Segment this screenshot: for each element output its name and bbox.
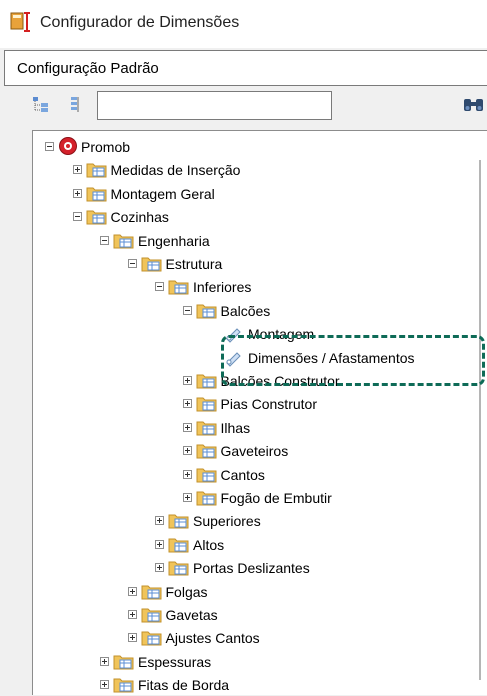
expand-icon[interactable]: [182, 399, 192, 409]
collapse-icon[interactable]: [100, 235, 109, 245]
folder-icon: [168, 512, 190, 529]
expand-icon[interactable]: [182, 376, 192, 385]
folder-icon: [86, 185, 108, 202]
folder-icon: [113, 676, 135, 693]
tree-node-label: Balcões: [220, 302, 271, 319]
tree-node-label: Espessuras: [138, 653, 212, 670]
configuration-select[interactable]: Configuração Padrão: [4, 50, 487, 86]
folder-icon: [196, 466, 218, 483]
expand-icon[interactable]: [100, 680, 109, 690]
tree-node-label: Inferiores: [193, 279, 252, 296]
folder-icon: [168, 559, 190, 576]
tree-node-label: Engenharia: [138, 232, 210, 249]
tree-node-label: Gavetas: [165, 607, 218, 623]
expand-icon[interactable]: [127, 610, 137, 619]
tree-node-label: Promob: [81, 139, 131, 155]
expand-icon[interactable]: [155, 563, 164, 573]
configuration-select-value: Configuração Padrão: [17, 60, 159, 77]
tree-node-label: Portas Deslizantes: [193, 560, 310, 577]
folder-icon: [196, 302, 218, 319]
tree-node-label: Medidas de Inserção: [110, 162, 241, 179]
folder-icon: [168, 536, 190, 553]
vertical-scrollbar[interactable]: [479, 160, 481, 680]
tree-node-label: Pias Construtor: [220, 396, 317, 413]
folder-icon: [141, 583, 163, 600]
tree-node-label: Ilhas: [220, 419, 251, 436]
tree-node-label: Fogão de Embutir: [220, 490, 332, 506]
title-bar: Configurador de Dimensões: [0, 0, 487, 48]
expand-tree-icon[interactable]: [32, 96, 50, 114]
search-input[interactable]: [97, 91, 332, 120]
expand-icon[interactable]: [127, 633, 137, 643]
folder-icon: [141, 606, 163, 623]
collapse-icon[interactable]: [155, 282, 164, 292]
tree-node-label: Cantos: [220, 466, 265, 483]
collapse-tree-icon[interactable]: [68, 96, 86, 114]
folder-icon: [113, 653, 135, 670]
folder-icon: [196, 372, 218, 389]
collapse-icon[interactable]: [72, 212, 82, 222]
expand-icon[interactable]: [182, 422, 192, 432]
dimension-configurator-icon: [10, 12, 30, 32]
folder-icon: [196, 442, 218, 459]
tree-node-label: Altos: [193, 536, 225, 553]
folder-icon: [196, 489, 218, 506]
collapse-icon[interactable]: [45, 142, 54, 151]
expand-icon[interactable]: [155, 539, 164, 549]
collapse-icon[interactable]: [182, 305, 192, 315]
tree-node-label: Superiores: [193, 513, 261, 530]
collapse-icon[interactable]: [127, 259, 137, 268]
expand-icon[interactable]: [72, 188, 82, 198]
window-title: Configurador de Dimensões: [40, 14, 240, 31]
folder-icon: [86, 161, 108, 178]
folder-icon: [113, 232, 135, 249]
highlight-annotation: [221, 335, 485, 386]
expand-icon[interactable]: [127, 586, 137, 596]
folder-icon: [196, 419, 218, 436]
folder-icon: [141, 255, 163, 272]
folder-icon: [86, 208, 108, 225]
tree-node-label: Gaveteiros: [220, 443, 289, 460]
tree-node-label: Estrutura: [165, 256, 223, 272]
tree-node-label: Cozinhas: [110, 209, 169, 226]
binoculars-search-icon[interactable]: [462, 97, 486, 113]
folder-icon: [141, 629, 163, 646]
folder-icon: [196, 395, 218, 412]
expand-icon[interactable]: [100, 656, 109, 666]
tree-node-label: Folgas: [165, 583, 208, 600]
expand-icon[interactable]: [182, 446, 192, 456]
promob-logo-icon: [58, 136, 80, 155]
expand-icon[interactable]: [182, 493, 192, 502]
tree-node-label: Fitas de Borda: [138, 677, 230, 694]
tree-node-label: Montagem Geral: [110, 185, 215, 202]
expand-icon[interactable]: [155, 516, 164, 526]
folder-icon: [168, 278, 190, 295]
expand-icon[interactable]: [72, 165, 82, 175]
expand-icon[interactable]: [182, 469, 192, 479]
tree-node-label: Ajustes Cantos: [165, 630, 260, 647]
